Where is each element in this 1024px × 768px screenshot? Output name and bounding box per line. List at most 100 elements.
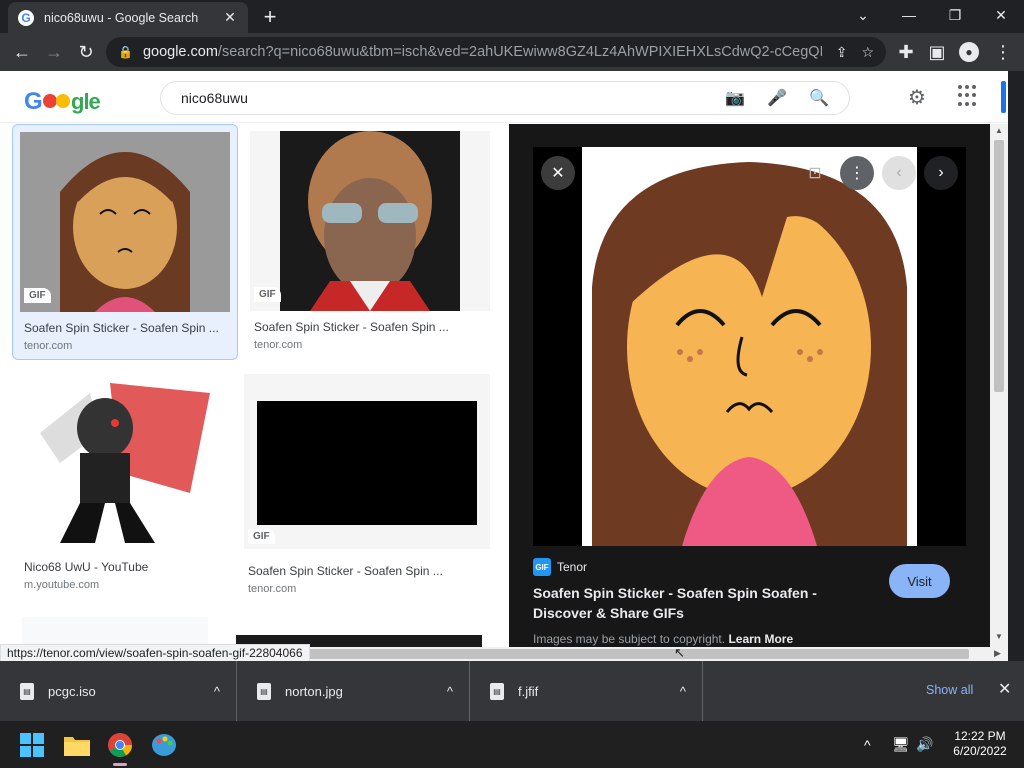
lens-search-button[interactable]: ⊡ — [798, 156, 832, 190]
image-result[interactable]: GIF Soafen Spin Sticker - Soafen Spin ..… — [244, 374, 490, 604]
browser-toolbar: ← → ↻ 🔒 google.com /search?q=nico68uwu&t… — [0, 33, 1024, 71]
bookmark-star-icon[interactable]: ☆ — [861, 44, 874, 61]
result-source[interactable]: tenor.com — [24, 340, 72, 352]
chrome-taskbar-button[interactable] — [104, 729, 136, 761]
new-tab-button[interactable]: + — [258, 4, 282, 30]
close-window-button[interactable]: ✕ — [978, 0, 1024, 30]
file-explorer-button[interactable] — [61, 729, 93, 761]
folder-icon — [64, 737, 90, 756]
url-path: /search?q=nico68uwu&tbm=isch&ved=2ahUKEw… — [217, 44, 822, 60]
result-thumbnail[interactable]: GIF — [250, 131, 490, 311]
copyright-notice: Images may be subject to copyright. Lear… — [533, 632, 793, 646]
sign-in-edge[interactable] — [1001, 81, 1006, 113]
download-item[interactable]: ▤ pcgc.iso ^ — [0, 661, 237, 721]
network-icon[interactable]: 🖥 — [892, 721, 910, 768]
image-result[interactable]: GIF Soafen Spin Sticker - Soafen Spin ..… — [248, 124, 490, 360]
google-logo[interactable]: G gle — [24, 85, 102, 122]
file-icon: ▤ — [257, 682, 271, 700]
microphone-icon[interactable]: 🎤 — [767, 88, 787, 108]
menu-kebab-icon[interactable]: ⋮ — [990, 39, 1016, 65]
image-preview-panel: ✕ ⊡ ⋮ ‹ › GIF Tenor Soafen Spin Sticker … — [509, 124, 990, 647]
result-thumbnail[interactable]: GIF — [244, 374, 490, 549]
scroll-down-icon[interactable]: ▼ — [995, 632, 1003, 641]
next-image-button[interactable]: › — [924, 156, 958, 190]
restore-button[interactable]: ❐ — [932, 0, 978, 30]
volume-icon[interactable]: 🔊 — [916, 721, 933, 768]
system-clock[interactable]: 12:22 PM 6/20/2022 — [940, 729, 1020, 759]
gif-badge: GIF — [24, 288, 51, 303]
lock-icon[interactable]: 🔒 — [118, 45, 133, 59]
search-box[interactable]: nico68uwu 📷 🎤 🔍 — [160, 81, 850, 115]
result-title[interactable]: Soafen Spin Sticker - Soafen Spin ... — [254, 320, 449, 334]
google-favicon-icon: G — [18, 9, 34, 26]
chevron-up-icon[interactable]: ^ — [447, 684, 453, 699]
result-source[interactable]: tenor.com — [248, 583, 296, 595]
paint-taskbar-button[interactable] — [148, 729, 180, 761]
result-source[interactable]: m.youtube.com — [24, 579, 99, 591]
search-input[interactable]: nico68uwu — [181, 90, 703, 106]
result-source[interactable]: tenor.com — [254, 339, 302, 351]
tab-close-icon[interactable]: ✕ — [222, 9, 238, 26]
kebab-icon: ⋮ — [849, 165, 865, 182]
show-all-downloads-link[interactable]: Show all — [926, 683, 973, 697]
result-title[interactable]: Soafen Spin Sticker - Soafen Spin ... — [248, 564, 443, 578]
share-icon[interactable]: ⇪ — [836, 44, 848, 61]
tab-search-icon[interactable]: ⌄ — [840, 0, 886, 30]
close-icon: ✕ — [551, 165, 565, 182]
vertical-scroll-thumb[interactable] — [994, 140, 1004, 392]
mii-girl-preview-icon — [592, 162, 907, 546]
web-page: G gle nico68uwu 📷 🎤 🔍 ⚙ GIF Soafen Spin … — [0, 71, 1008, 647]
scroll-right-icon[interactable]: ▶ — [994, 648, 1001, 659]
visit-button[interactable]: Visit — [889, 564, 950, 598]
download-filename: pcgc.iso — [48, 683, 96, 699]
start-button[interactable] — [16, 729, 48, 761]
show-hidden-icons[interactable]: ^ — [864, 721, 871, 768]
result-thumbnail[interactable]: GIF — [20, 132, 230, 312]
chevron-up-icon[interactable]: ^ — [214, 684, 220, 699]
preview-image[interactable] — [582, 147, 917, 546]
download-item[interactable]: ▤ norton.jpg ^ — [237, 661, 470, 721]
chevron-right-icon: › — [938, 164, 944, 181]
chevron-up-icon[interactable]: ^ — [680, 684, 686, 699]
minimize-button[interactable]: — — [886, 0, 932, 30]
reload-button[interactable]: ↻ — [73, 39, 99, 65]
gear-icon[interactable]: ⚙ — [908, 85, 926, 110]
preview-title[interactable]: Soafen Spin Sticker - Soafen Spin Soafen… — [533, 583, 833, 623]
image-result[interactable]: Nico68 UwU - YouTube m.youtube.com — [12, 368, 238, 604]
more-options-button[interactable]: ⋮ — [840, 156, 874, 190]
apps-grid-icon[interactable] — [958, 85, 980, 107]
vertical-scrollbar[interactable]: ▲ ▼ — [990, 124, 1008, 647]
preview-source-name: Tenor — [557, 560, 588, 574]
downloads-bar: ▤ pcgc.iso ^ ▤ norton.jpg ^ ▤ f.jfif ^ S… — [0, 661, 1024, 721]
result-thumbnail[interactable] — [20, 373, 225, 553]
gif-badge: GIF — [248, 529, 275, 544]
profile-button[interactable]: ● — [956, 39, 982, 65]
paint-palette-icon — [152, 734, 176, 756]
character-art-thumbnail-icon — [40, 383, 210, 543]
search-icon[interactable]: 🔍 — [809, 88, 829, 108]
back-button[interactable]: ← — [9, 39, 35, 65]
browser-tab[interactable]: G nico68uwu - Google Search ✕ — [8, 2, 248, 33]
previous-image-button[interactable]: ‹ — [882, 156, 916, 190]
result-title[interactable]: Nico68 UwU - YouTube — [24, 560, 148, 574]
iso-file-icon: ▤ — [20, 682, 34, 700]
preview-source[interactable]: GIF Tenor — [533, 558, 587, 576]
lens-icon: ⊡ — [808, 165, 822, 182]
address-bar[interactable]: 🔒 google.com /search?q=nico68uwu&tbm=isc… — [106, 37, 886, 67]
file-icon: ▤ — [490, 682, 504, 700]
chrome-icon — [108, 733, 132, 758]
black-video-thumbnail — [257, 401, 477, 525]
download-item[interactable]: ▤ f.jfif ^ — [470, 661, 703, 721]
close-downloads-icon[interactable]: ✕ — [998, 679, 1011, 699]
result-title[interactable]: Soafen Spin Sticker - Soafen Spin ... — [24, 321, 219, 335]
learn-more-link[interactable]: Learn More — [728, 632, 793, 646]
forward-button[interactable]: → — [41, 39, 67, 65]
image-result[interactable]: GIF Soafen Spin Sticker - Soafen Spin ..… — [12, 124, 238, 360]
extensions-icon[interactable]: ✚ — [893, 39, 919, 65]
clock-time: 12:22 PM — [954, 729, 1006, 743]
partial-result-thumbnail[interactable] — [22, 617, 208, 647]
camera-search-icon[interactable]: 📷 — [725, 88, 745, 108]
side-panel-icon[interactable]: ▣ — [924, 39, 950, 65]
scroll-up-icon[interactable]: ▲ — [995, 126, 1003, 135]
close-preview-button[interactable]: ✕ — [541, 156, 575, 190]
